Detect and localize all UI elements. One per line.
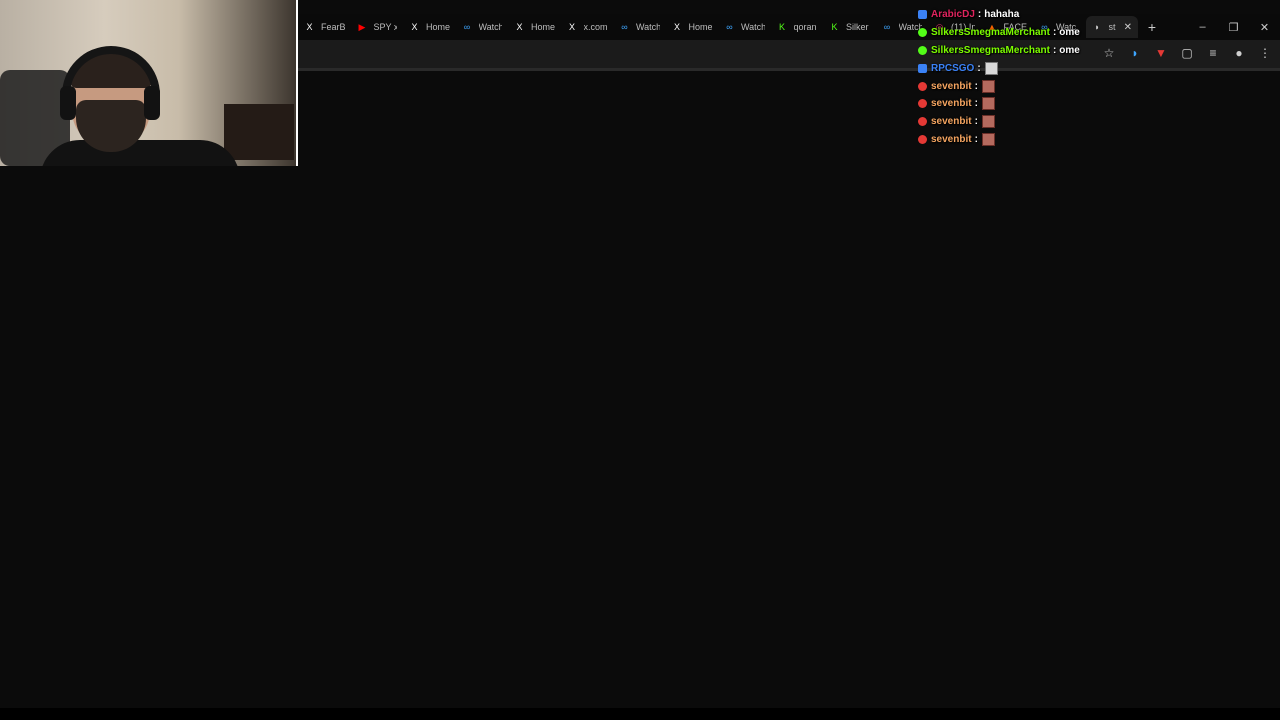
chat-text: hahaha (984, 9, 1020, 21)
chat-username[interactable]: SilkersSmegmaMerchant (931, 27, 1050, 38)
browser-tab[interactable]: X FearB (298, 16, 351, 38)
screen: X FearB ▶ SPY x X Home ∞ Watch X Home Xx.com ∞ Watch… (0, 0, 1280, 720)
chat-emote-icon (981, 97, 995, 111)
chat-message: ArabicDJ: hahaha (916, 6, 1176, 24)
chat-text: ome (1059, 27, 1080, 39)
tab-label: Silker (846, 22, 869, 32)
headset-right-cup (144, 86, 160, 120)
red-badge-icon (918, 81, 927, 91)
x-logo-icon: X (411, 22, 418, 32)
x-logo-icon: X (516, 22, 523, 32)
tab-label: Home (688, 22, 713, 32)
browser-tab[interactable]: ∞ Watch (718, 16, 771, 38)
browser-tab[interactable]: ∞ Watch (456, 16, 509, 38)
watch-icon: ∞ (621, 22, 628, 32)
window-controls: – ❐ ✕ (1187, 18, 1280, 36)
tab-label: SPY x (373, 22, 398, 32)
mod-badge-icon (918, 10, 927, 20)
browser-tab[interactable]: ▶ SPY x (351, 16, 404, 38)
x-logo-icon: X (568, 22, 575, 32)
green-badge-icon (918, 28, 927, 38)
chat-separator: : (974, 133, 978, 145)
browser-tab[interactable]: ∞ Watch (613, 16, 666, 38)
chat-emote-icon (984, 61, 998, 75)
chat-username[interactable]: ArabicDJ (931, 9, 975, 20)
stream-chat-overlay: ArabicDJ: hahaha SilkersSmegmaMerchant: ome… (916, 6, 1176, 148)
kick-icon: K (778, 22, 785, 32)
chat-emote-icon (981, 79, 995, 93)
tab-label: qoran (793, 22, 817, 32)
chat-emote-icon (981, 115, 995, 129)
webcam-shelf (224, 104, 294, 160)
webcam-feed (0, 0, 298, 166)
chat-message: sevenbit: (916, 131, 1176, 149)
headset-left-cup (60, 86, 76, 120)
chat-emote-icon (981, 132, 995, 146)
bottom-bar (0, 708, 1280, 720)
chat-username[interactable]: RPCSGO (931, 63, 974, 74)
chat-username[interactable]: sevenbit (931, 98, 972, 109)
browser-tab[interactable]: Kqoran (771, 16, 824, 38)
chat-username[interactable]: sevenbit (931, 81, 972, 92)
chat-separator: : (974, 116, 978, 128)
x-logo-icon: X (673, 22, 680, 32)
chat-separator: : (974, 80, 978, 92)
close-window-button[interactable]: ✕ (1249, 18, 1280, 36)
red-badge-icon (918, 117, 927, 127)
tab-label: Home (531, 22, 555, 32)
chat-username[interactable]: sevenbit (931, 116, 972, 127)
chat-separator: : (977, 62, 981, 74)
chat-message: sevenbit: (916, 77, 1176, 95)
browser-tab[interactable]: X Home (403, 16, 456, 38)
browser-tab[interactable]: Xx.com (561, 16, 614, 38)
restore-button[interactable]: ❐ (1218, 18, 1249, 36)
chat-separator: : (1052, 44, 1057, 56)
chat-message: SilkersSmegmaMerchant: ome (916, 24, 1176, 42)
browser-tab[interactable]: K Silker (823, 16, 876, 38)
chat-separator: : (1052, 27, 1057, 39)
chat-username[interactable]: SilkersSmegmaMerchant (931, 45, 1050, 56)
watch-icon: ∞ (726, 22, 733, 32)
x-logo-icon: X (306, 22, 313, 32)
watch-icon: ∞ (883, 22, 891, 32)
minimize-button[interactable]: – (1187, 18, 1218, 36)
watch-icon: ∞ (463, 22, 471, 32)
chat-message: RPCSGO: (916, 59, 1176, 77)
green-badge-icon (918, 45, 927, 55)
chat-username[interactable]: sevenbit (931, 134, 972, 145)
browser-tab[interactable]: X Home (666, 16, 719, 38)
chat-separator: : (977, 9, 982, 21)
menu-icon[interactable]: ⋮ (1258, 46, 1272, 60)
red-badge-icon (918, 134, 927, 144)
mod-badge-icon (918, 63, 927, 73)
tab-label: Watch (636, 22, 660, 32)
kick-icon: K (831, 22, 838, 32)
chat-message: SilkersSmegmaMerchant: ome (916, 42, 1176, 60)
webcam-person-body (40, 140, 240, 166)
puzzle-icon[interactable]: ▢ (1180, 46, 1194, 60)
youtube-icon: ▶ (358, 21, 366, 32)
chat-message: sevenbit: (916, 95, 1176, 113)
tab-label: x.com (583, 22, 608, 32)
tab-label: Watch (741, 22, 765, 32)
tab-label: Home (426, 22, 450, 32)
tab-label: Watch (478, 22, 503, 32)
tab-label: FearB (321, 22, 345, 32)
chat-text: ome (1059, 44, 1080, 56)
profile-icon[interactable]: ● (1232, 46, 1246, 60)
chat-message: sevenbit: (916, 113, 1176, 131)
media-icon[interactable]: ≡ (1206, 46, 1220, 60)
red-badge-icon (918, 99, 927, 109)
chat-separator: : (974, 98, 978, 110)
browser-tab[interactable]: X Home (508, 16, 561, 38)
